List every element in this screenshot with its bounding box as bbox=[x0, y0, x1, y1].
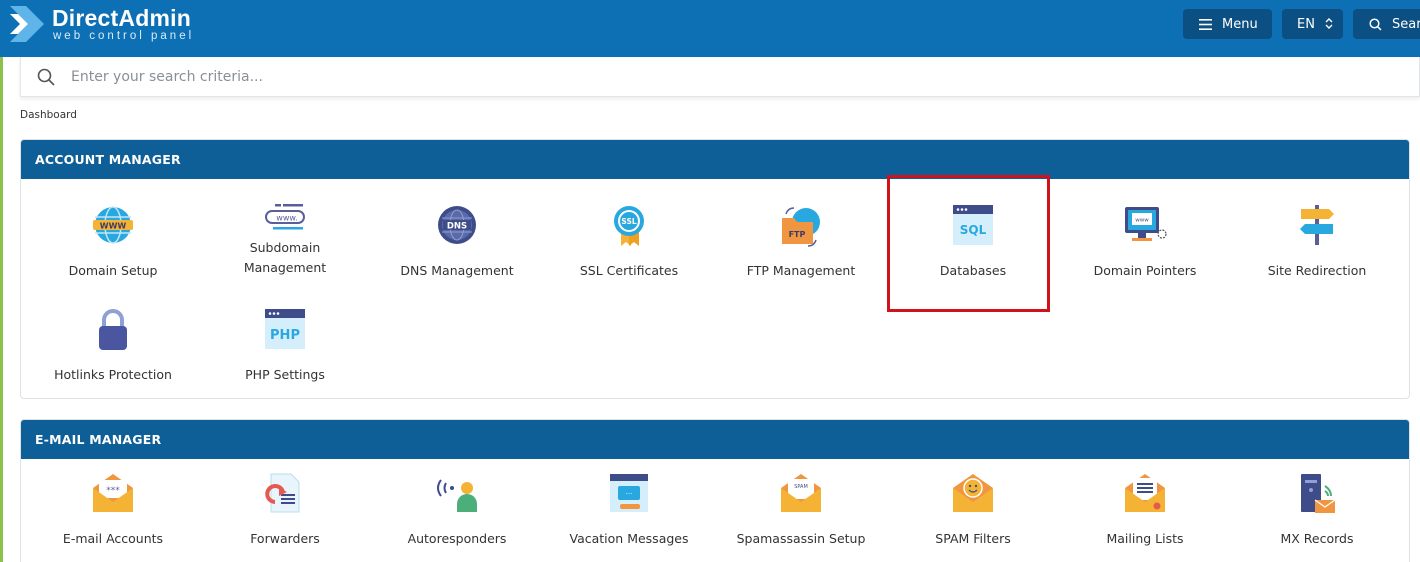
envelope-password-icon: *** bbox=[93, 474, 133, 512]
mailing-list-icon bbox=[1125, 474, 1165, 512]
tile-label: DNS Management bbox=[400, 263, 514, 278]
svg-text:www.: www. bbox=[276, 214, 297, 223]
tile-label: Vacation Messages bbox=[569, 531, 689, 546]
forwarders-tile[interactable]: Forwarders bbox=[199, 472, 371, 549]
monitor-www-icon: www bbox=[1125, 207, 1167, 241]
tile-label: SSL Certificates bbox=[579, 263, 679, 278]
tile-label: Autoresponders bbox=[407, 531, 507, 546]
tile-label: E-mail Accounts bbox=[62, 531, 164, 546]
tile-label: Spamassassin Setup bbox=[736, 531, 866, 546]
header-search-label: Sear bbox=[1392, 16, 1420, 32]
header-search-button[interactable]: Sear bbox=[1353, 9, 1420, 39]
hotlinks-protection-tile[interactable]: Hotlinks Protection bbox=[27, 308, 199, 385]
vacation-messages-tile[interactable]: ··· Vacation Messages bbox=[543, 472, 715, 549]
spam-filters-tile[interactable]: SPAM Filters bbox=[887, 472, 1059, 549]
dns-globe-icon: DNS bbox=[438, 206, 476, 244]
svg-text:···: ··· bbox=[626, 490, 633, 498]
directadmin-logo-icon[interactable] bbox=[8, 4, 46, 44]
svg-text:DNS: DNS bbox=[447, 222, 467, 232]
email-accounts-tile[interactable]: *** E-mail Accounts bbox=[27, 472, 199, 549]
breadcrumb[interactable]: Dashboard bbox=[20, 109, 77, 121]
search-icon bbox=[1369, 17, 1382, 31]
svg-text:FTP: FTP bbox=[789, 230, 806, 239]
left-accent-bar bbox=[0, 0, 3, 562]
svg-text:WWW: WWW bbox=[100, 222, 127, 231]
svg-text:PHP: PHP bbox=[270, 328, 300, 343]
domain-setup-tile[interactable]: WWW Domain Setup bbox=[27, 204, 199, 281]
chevron-updown-icon bbox=[1325, 17, 1333, 34]
www-globe-icon: WWW bbox=[93, 206, 133, 244]
language-value: EN bbox=[1297, 16, 1315, 32]
forward-document-icon bbox=[265, 473, 300, 513]
tile-label: Mailing Lists bbox=[1106, 531, 1184, 546]
brand-subtitle: web control panel bbox=[53, 30, 195, 42]
ssl-certificates-tile[interactable]: SSL SSL Certificates bbox=[543, 204, 715, 281]
vacation-calendar-icon: ··· bbox=[610, 474, 648, 512]
svg-text:***: *** bbox=[106, 486, 120, 496]
dns-management-tile[interactable]: DNS DNS Management bbox=[371, 204, 543, 281]
mx-records-tile[interactable]: MX Records bbox=[1231, 472, 1403, 549]
tile-label: Forwarders bbox=[250, 531, 320, 546]
subdomain-icon: www. bbox=[265, 204, 305, 230]
tile-label: FTP Management bbox=[746, 263, 856, 278]
php-window-icon: PHP bbox=[265, 309, 305, 349]
search-icon bbox=[37, 68, 55, 90]
spamassassin-setup-tile[interactable]: SPAM Spamassassin Setup bbox=[715, 472, 887, 549]
tile-label: Site Redirection bbox=[1267, 263, 1367, 278]
tile-label: Domain Setup bbox=[68, 263, 158, 278]
menu-button-label: Menu bbox=[1222, 16, 1258, 32]
svg-text:SSL: SSL bbox=[621, 217, 636, 226]
ssl-badge-icon: SSL bbox=[614, 206, 644, 246]
mailing-lists-tile[interactable]: Mailing Lists bbox=[1059, 472, 1231, 549]
search-bar bbox=[20, 57, 1420, 97]
menu-button[interactable]: Menu bbox=[1183, 9, 1272, 39]
brand-title: DirectAdmin bbox=[52, 5, 191, 31]
site-redirection-tile[interactable]: Site Redirection bbox=[1231, 204, 1403, 281]
php-settings-tile[interactable]: PHP PHP Settings bbox=[199, 308, 371, 385]
subdomain-management-tile[interactable]: www. Subdomain Management bbox=[199, 204, 371, 278]
tile-label: SPAM Filters bbox=[935, 531, 1011, 546]
autoresponders-tile[interactable]: Autoresponders bbox=[371, 472, 543, 549]
svg-text:www: www bbox=[1135, 218, 1149, 224]
search-input[interactable] bbox=[71, 65, 1371, 89]
mx-server-icon bbox=[1301, 474, 1336, 513]
auto-reply-person-icon bbox=[437, 479, 477, 512]
ftp-management-tile[interactable]: FTP FTP Management bbox=[715, 204, 887, 281]
top-header: DirectAdmin web control panel Menu EN Se… bbox=[0, 0, 1420, 57]
tile-label: MX Records bbox=[1280, 531, 1354, 546]
ftp-folder-icon: FTP bbox=[782, 207, 820, 247]
email-manager-panel: E-MAIL MANAGER *** E-mail Accounts Forwa… bbox=[20, 419, 1410, 562]
svg-text:SPAM: SPAM bbox=[794, 484, 808, 490]
tile-label: Domain Pointers bbox=[1093, 263, 1197, 278]
padlock-icon bbox=[99, 309, 127, 350]
tile-label: Hotlinks Protection bbox=[54, 367, 172, 382]
signpost-icon bbox=[1300, 205, 1334, 245]
email-manager-header: E-MAIL MANAGER bbox=[21, 420, 1409, 459]
language-select[interactable]: EN bbox=[1282, 9, 1343, 39]
spam-envelope-icon: SPAM bbox=[781, 474, 821, 512]
smiley-envelope-icon bbox=[953, 474, 993, 512]
account-manager-panel: ACCOUNT MANAGER WWW Domain Setup www. Su… bbox=[20, 139, 1410, 399]
hamburger-icon bbox=[1199, 18, 1212, 30]
databases-highlight-box bbox=[887, 175, 1050, 312]
account-manager-header: ACCOUNT MANAGER bbox=[21, 140, 1409, 179]
domain-pointers-tile[interactable]: www Domain Pointers bbox=[1059, 204, 1231, 281]
tile-label: PHP Settings bbox=[245, 367, 325, 382]
tile-label: Subdomain Management bbox=[243, 240, 327, 275]
